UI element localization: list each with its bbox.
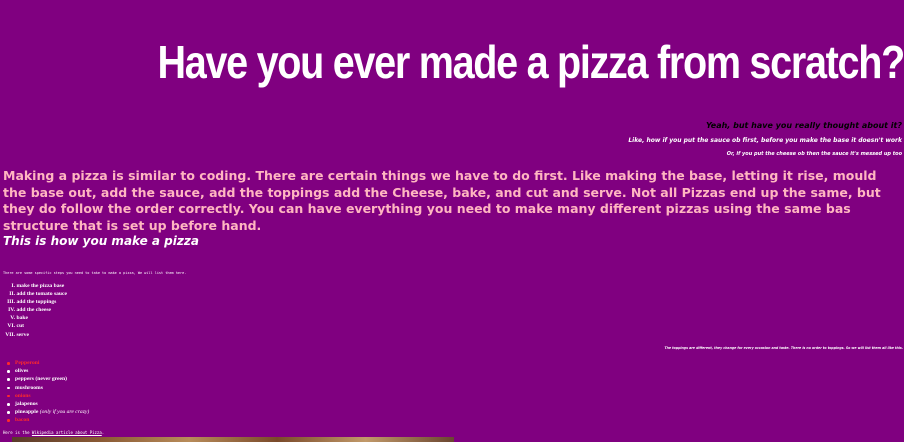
topping-item: jalapenos <box>6 400 89 408</box>
step-text: add the tomato sauce <box>16 291 68 298</box>
toppings-note: The toppings are different, they change … <box>664 346 903 350</box>
wikipedia-prefix: Here is the <box>3 430 32 435</box>
step-text: make the pizza base <box>16 283 65 289</box>
step-text: cut <box>16 323 24 330</box>
topping-item: mushrooms <box>6 384 89 392</box>
step-text: add the toppings <box>16 299 57 306</box>
subtitle-sauce: Like, how if you put the sauce ob first,… <box>628 137 902 144</box>
pizza-page: Have you ever made a pizza from scratch?… <box>0 0 904 442</box>
topping-text: pineapple <box>15 409 39 416</box>
howto-heading: This is how you make a pizza <box>3 234 199 248</box>
step-text: serve <box>16 331 29 338</box>
wikipedia-suffix: . <box>101 430 105 435</box>
step-number: VII. <box>5 331 15 338</box>
step-number: I. <box>11 283 15 289</box>
toppings-list: Pepperoni olives peppers (never green) m… <box>6 359 89 425</box>
step-item: IV. add the cheese <box>3 306 67 314</box>
step-number: II. <box>9 291 15 298</box>
step-number: VI. <box>7 323 15 330</box>
wikipedia-line: Here is the Wikipedia article about Pizz… <box>3 430 104 435</box>
topping-item: Pepperoni <box>6 359 89 367</box>
page-title: Have you ever made a pizza from scratch? <box>157 36 904 88</box>
topping-item: onions <box>6 392 89 400</box>
step-item: VII. serve <box>3 331 67 339</box>
wikipedia-link[interactable]: Wikipedia article about Pizza <box>32 430 102 435</box>
steps-note: There are some specific steps you need t… <box>3 271 187 275</box>
intro-paragraph: Making a pizza is similar to coding. The… <box>3 168 881 233</box>
subtitle-cheese: Or, if you put the cheese ob then the sa… <box>726 151 902 157</box>
step-item: III. add the toppings <box>3 298 67 306</box>
step-number: IV. <box>8 307 15 314</box>
topping-item: peppers (never green) <box>6 375 89 383</box>
step-item: V. bake <box>3 314 67 322</box>
step-number: III. <box>7 299 15 306</box>
topping-item: pineapple (only if you are crazy) <box>6 408 89 416</box>
pizza-image <box>12 437 454 442</box>
step-item: VI. cut <box>3 322 67 330</box>
topping-note: (only if you are crazy) <box>39 409 90 416</box>
step-text: bake <box>16 315 29 322</box>
step-text: add the cheese <box>16 307 52 314</box>
step-number: V. <box>10 315 15 322</box>
topping-item: olives <box>6 367 89 375</box>
steps-list: I. make the pizza base II. add the tomato … <box>3 282 67 339</box>
topping-item: bacon <box>6 416 89 424</box>
step-item: I. make the pizza base <box>3 282 67 290</box>
step-item: II. add the tomato sauce <box>3 290 67 298</box>
subtitle-thought: Yeah, but have you really thought about … <box>706 121 902 130</box>
